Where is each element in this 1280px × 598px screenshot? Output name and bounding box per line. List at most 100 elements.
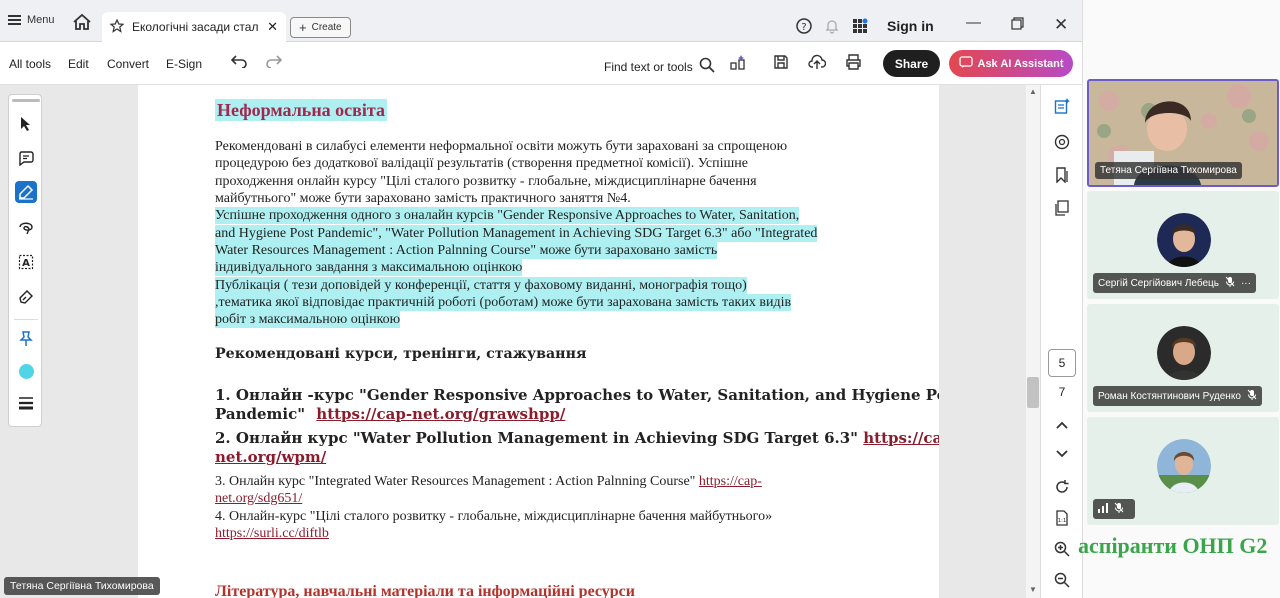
undo-icon[interactable] bbox=[230, 54, 248, 71]
star-icon[interactable] bbox=[109, 18, 125, 36]
scroll-down-icon[interactable]: ▼ bbox=[1029, 585, 1037, 594]
course-1-title-end: Pandemic" bbox=[215, 405, 306, 423]
edit-menu[interactable]: Edit bbox=[68, 57, 89, 71]
pdf-page: Неформальна освіта Рекомендовані в силаб… bbox=[138, 85, 939, 598]
previous-page-icon[interactable] bbox=[1052, 415, 1072, 435]
fit-page-icon[interactable]: 1:1 bbox=[1052, 508, 1072, 528]
rail-grip bbox=[12, 99, 40, 102]
participant-name-tag: Тетяна Сергіївна Тихомирова bbox=[1095, 162, 1242, 179]
hamburger-icon bbox=[8, 15, 21, 25]
scrollbar-thumb[interactable] bbox=[1027, 377, 1039, 408]
participant-avatar bbox=[1157, 326, 1211, 380]
close-tab-icon[interactable]: ✕ bbox=[267, 19, 278, 35]
highlighted-line: робіт з максимальною оцінкою bbox=[215, 311, 401, 328]
convert-menu[interactable]: Convert bbox=[107, 57, 149, 71]
document-scrollbar[interactable]: ▲ ▼ bbox=[1026, 85, 1040, 598]
comments-panel-icon[interactable] bbox=[1052, 132, 1072, 152]
tab-title: Екологічні засади стал... bbox=[132, 20, 260, 34]
sign-in-link[interactable]: Sign in bbox=[887, 18, 934, 34]
highlighted-line: and Hygiene Post Pandemic", "Water Pollu… bbox=[215, 225, 818, 242]
esign-menu[interactable]: E-Sign bbox=[166, 57, 202, 71]
total-pages: 7 bbox=[1058, 385, 1066, 399]
print-icon[interactable] bbox=[845, 54, 862, 73]
svg-text:1:1: 1:1 bbox=[1058, 518, 1067, 524]
audio-level-icon bbox=[1098, 502, 1108, 516]
save-icon[interactable] bbox=[773, 54, 789, 73]
pages-panel-icon[interactable] bbox=[1052, 198, 1072, 218]
highlighted-line: Успішне проходження одного з оналайн кур… bbox=[215, 207, 800, 224]
highlighted-line: Water Resources Management : Action Paln… bbox=[215, 242, 718, 259]
document-tab[interactable]: Екологічні засади стал... ✕ bbox=[102, 12, 286, 42]
svg-text:A: A bbox=[22, 258, 30, 269]
course-2-link-cont[interactable]: net.org/wpm/ bbox=[215, 449, 326, 466]
course-2-link[interactable]: https://cap- bbox=[863, 429, 939, 447]
search-icon bbox=[699, 57, 715, 76]
pin-icon[interactable] bbox=[15, 328, 37, 350]
course-2-line: 2. Онлайн курс "Water Pollution Manageme… bbox=[215, 430, 939, 447]
participant-status-tag bbox=[1093, 499, 1135, 519]
redo-icon[interactable] bbox=[265, 54, 283, 71]
comment-tool-icon[interactable] bbox=[15, 147, 37, 169]
color-swatch-icon bbox=[18, 363, 34, 379]
zoom-out-icon[interactable] bbox=[1052, 570, 1072, 590]
left-tool-rail: A bbox=[8, 94, 42, 427]
ai-summary-icon[interactable] bbox=[1052, 96, 1072, 116]
create-button[interactable]: + Create bbox=[290, 17, 351, 38]
zoom-in-icon[interactable] bbox=[1052, 539, 1072, 559]
participant-name: Тетяна Сергіївна Тихомирова bbox=[1100, 165, 1237, 176]
all-tools-menu[interactable]: All tools bbox=[9, 57, 51, 71]
paragraph-line: Рекомендовані в силабусі елементи неформ… bbox=[215, 139, 788, 154]
highlighted-line: ,тематика якої відповідає практичній роб… bbox=[215, 294, 792, 311]
bell-icon[interactable] bbox=[824, 18, 840, 37]
participant-name-tag: Роман Костянтинович Руденко bbox=[1093, 386, 1262, 406]
highlight-pen-tool-icon[interactable] bbox=[15, 181, 37, 203]
course-1-line-2: Pandemic" https://cap-net.org/grawshpp/ bbox=[215, 406, 565, 423]
more-options-icon[interactable]: ··· bbox=[1241, 278, 1251, 289]
participant-avatar bbox=[1157, 213, 1211, 267]
home-icon[interactable] bbox=[72, 12, 94, 32]
course-4-link[interactable]: https://surli.cc/diftlb bbox=[215, 525, 329, 542]
participant-tile[interactable] bbox=[1087, 417, 1279, 525]
active-speaker-tag: Тетяна Сергіївна Тихомирова bbox=[4, 577, 160, 595]
sign-tool-icon[interactable] bbox=[15, 286, 37, 308]
course-3-link-cont[interactable]: net.org/sdg651/ bbox=[215, 490, 302, 507]
find-tools-search[interactable]: Find text or tools bbox=[604, 57, 715, 76]
course-4-line: 4. Онлайн-курс "Цілі сталого розвитку - … bbox=[215, 509, 773, 524]
menu-button[interactable]: Menu bbox=[8, 14, 55, 26]
upload-cloud-icon[interactable] bbox=[808, 54, 827, 73]
participant-tile[interactable]: Сергій Сергійович Лебець ··· bbox=[1087, 191, 1279, 299]
paragraph-line: майбутнього" може бути зараховано заміст… bbox=[215, 191, 631, 206]
apps-icon[interactable] bbox=[852, 18, 868, 37]
courses-heading: Рекомендовані курси, тренінги, стажуванн… bbox=[215, 346, 587, 362]
rotate-icon[interactable] bbox=[1052, 477, 1072, 497]
mic-muted-icon bbox=[1247, 389, 1257, 403]
right-tool-rail: 5 7 1:1 bbox=[1040, 85, 1082, 598]
ask-ai-assistant-button[interactable]: Ask AI Assistant bbox=[949, 50, 1073, 77]
course-2-title: 2. Онлайн курс "Water Pollution Manageme… bbox=[215, 429, 858, 447]
help-icon[interactable]: ? bbox=[796, 18, 812, 37]
ai-tools-icon[interactable] bbox=[729, 54, 747, 75]
maximize-icon[interactable] bbox=[1011, 17, 1024, 34]
current-page-input[interactable]: 5 bbox=[1048, 349, 1076, 377]
participant-tile-active[interactable]: Тетяна Сергіївна Тихомирова bbox=[1087, 79, 1279, 187]
select-tool-icon[interactable] bbox=[15, 113, 37, 135]
close-window-icon[interactable]: ✕ bbox=[1054, 15, 1068, 35]
course-1-link[interactable]: https://cap-net.org/grawshpp/ bbox=[316, 405, 565, 423]
participant-tile[interactable]: Роман Костянтинович Руденко bbox=[1087, 304, 1279, 412]
share-button[interactable]: Share bbox=[883, 50, 940, 77]
participant-name-tag: Сергій Сергійович Лебець ··· bbox=[1093, 273, 1256, 293]
bookmarks-icon[interactable] bbox=[1052, 165, 1072, 185]
text-box-tool-icon[interactable]: A bbox=[15, 251, 37, 273]
ai-assistant-label: Ask AI Assistant bbox=[977, 57, 1064, 70]
stroke-width-icon[interactable] bbox=[15, 392, 37, 414]
title-bar: Menu Екологічні засади стал... ✕ + Creat… bbox=[0, 0, 1082, 42]
scroll-up-icon[interactable]: ▲ bbox=[1029, 87, 1037, 96]
draw-freeform-tool-icon[interactable] bbox=[15, 216, 37, 238]
paragraph-line: проходження онлайн курсу "Цілі сталого р… bbox=[215, 174, 757, 189]
mic-muted-icon bbox=[1225, 276, 1235, 290]
course-1-line: 1. Онлайн -курс "Gender Responsive Appro… bbox=[215, 386, 939, 404]
color-picker[interactable] bbox=[15, 360, 37, 382]
course-3-link[interactable]: https://cap- bbox=[699, 474, 762, 489]
minimize-icon[interactable]: — bbox=[966, 14, 981, 31]
next-page-icon[interactable] bbox=[1052, 444, 1072, 464]
